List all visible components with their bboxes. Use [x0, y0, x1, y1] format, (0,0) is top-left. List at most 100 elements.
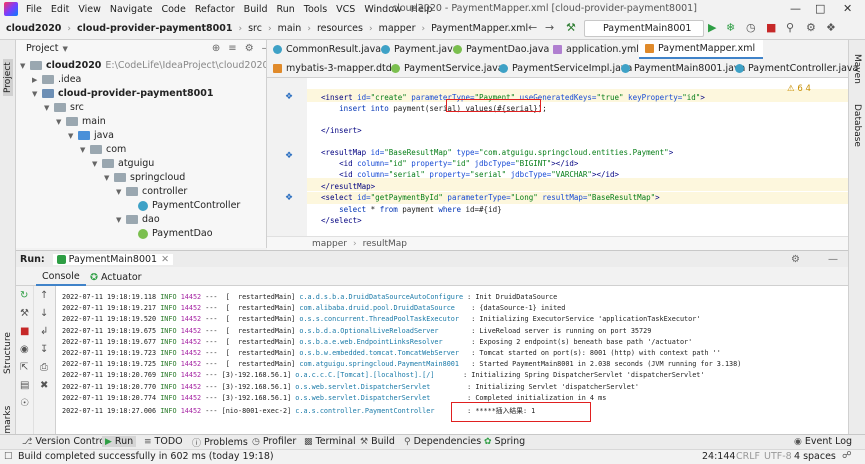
- menu-navigate[interactable]: Navigate: [110, 4, 153, 15]
- tab-application-yml[interactable]: application.yml: [547, 40, 647, 59]
- tab-commonresult[interactable]: CommonResult.java: [267, 40, 389, 59]
- menu-build[interactable]: Build: [244, 4, 268, 15]
- tool-terminal[interactable]: ▩ Terminal: [304, 436, 356, 447]
- rerun-icon[interactable]: ↻: [20, 290, 28, 301]
- menu-refactor[interactable]: Refactor: [195, 4, 235, 15]
- hide-icon[interactable]: —: [828, 254, 838, 265]
- tool-profiler[interactable]: ◷ Profiler: [252, 436, 296, 447]
- breadcrumb-mapper[interactable]: mapper: [312, 239, 347, 249]
- crumb-project[interactable]: cloud2020: [6, 23, 61, 34]
- tool-dependencies[interactable]: ⚲ Dependencies: [404, 436, 481, 447]
- breadcrumb-resultmap[interactable]: resultMap: [363, 239, 407, 249]
- pin-icon[interactable]: ☉: [20, 398, 29, 409]
- forward-icon[interactable]: →: [545, 21, 554, 34]
- file-encoding[interactable]: UTF-8: [764, 451, 792, 462]
- tree-node-module[interactable]: ▼ cloud-provider-payment8001: [32, 88, 213, 99]
- crumb-resources[interactable]: resources: [317, 23, 363, 34]
- tool-run[interactable]: ▶ Run: [102, 436, 137, 447]
- tab-actuator[interactable]: ✪ Actuator: [84, 269, 148, 286]
- database-tool-tab[interactable]: Database: [852, 104, 862, 147]
- chevron-down-icon[interactable]: ▼: [63, 45, 68, 53]
- locate-icon[interactable]: ⊕: [212, 43, 220, 54]
- menu-tools[interactable]: Tools: [304, 4, 327, 15]
- crumb-src[interactable]: src: [248, 23, 262, 34]
- tab-paymentmapper-xml[interactable]: PaymentMapper.xml: [639, 40, 764, 59]
- stop-icon[interactable]: ■: [766, 21, 776, 34]
- build-hammer-icon[interactable]: ⚒: [566, 21, 576, 34]
- gear-icon[interactable]: ⚙: [245, 43, 254, 54]
- tree-node-java[interactable]: ▼ java: [68, 130, 114, 141]
- tool-spring[interactable]: ✿ Spring: [484, 436, 525, 447]
- coverage-icon[interactable]: ◷: [746, 21, 756, 34]
- code-editor[interactable]: ⚠ 6 4 <insert id="create" parameterType=…: [307, 78, 848, 236]
- gear-icon[interactable]: ⚙: [791, 254, 800, 265]
- mapper-gutter-icon[interactable]: ❖: [285, 193, 293, 203]
- tree-node-cloud2020[interactable]: ▼ cloud2020 E:\CodeLife\IdeaProject\cloud…: [20, 60, 266, 71]
- mapper-gutter-icon[interactable]: ❖: [285, 151, 293, 161]
- tool-event-log[interactable]: ◉ Event Log: [794, 436, 852, 447]
- structure-tool-tab[interactable]: Structure: [3, 332, 13, 374]
- tree-node-dao[interactable]: ▼ dao: [116, 214, 160, 225]
- run-config-tab[interactable]: PaymentMain8001 ✕: [52, 253, 174, 265]
- tab-console[interactable]: Console: [36, 269, 86, 286]
- tab-mybatis-dtd[interactable]: mybatis-3-mapper.dtd: [267, 59, 400, 78]
- camera-icon[interactable]: ◉: [20, 344, 29, 355]
- menu-code[interactable]: Code: [161, 4, 185, 15]
- tree-node-src[interactable]: ▼ src: [44, 102, 84, 113]
- tree-node-com[interactable]: ▼ com: [80, 144, 126, 155]
- line-separator[interactable]: CRLF: [736, 451, 760, 462]
- mapper-gutter-icon[interactable]: ❖: [285, 92, 293, 102]
- menu-view[interactable]: View: [78, 4, 101, 15]
- lock-icon[interactable]: ☍: [842, 450, 852, 461]
- tree-node-idea[interactable]: ▶ .idea: [32, 74, 81, 85]
- collapse-all-icon[interactable]: ≡: [228, 43, 236, 54]
- crumb-mapper[interactable]: mapper: [379, 23, 416, 34]
- arrow-up-icon[interactable]: ↑: [40, 290, 48, 301]
- menu-file[interactable]: File: [26, 4, 42, 15]
- back-icon[interactable]: ←: [528, 21, 537, 34]
- run-icon[interactable]: ▶: [708, 21, 716, 34]
- exit-icon[interactable]: ⇱: [20, 362, 28, 373]
- crumb-file[interactable]: PaymentMapper.xml: [431, 23, 528, 34]
- run-configuration-select[interactable]: PaymentMain8001: [584, 20, 704, 37]
- tree-node-main[interactable]: ▼ main: [56, 116, 106, 127]
- tree-node-springcloud[interactable]: ▼ springcloud: [104, 172, 185, 183]
- tree-node-atguigu[interactable]: ▼ atguigu: [92, 158, 154, 169]
- tree-node-paymentcontroller[interactable]: PaymentController: [138, 200, 240, 211]
- menu-run[interactable]: Run: [277, 4, 295, 15]
- tree-node-paymentdao[interactable]: PaymentDao: [138, 228, 213, 239]
- maximize-icon[interactable]: □: [815, 2, 825, 15]
- plugins-icon[interactable]: ❖: [826, 21, 836, 34]
- soft-wrap-icon[interactable]: ↲: [40, 326, 48, 337]
- scroll-to-end-icon[interactable]: ↧: [40, 344, 48, 355]
- tool-problems[interactable]: ⓘ Problems: [192, 436, 248, 449]
- minimize-icon[interactable]: —: [790, 2, 801, 15]
- caret-position[interactable]: 24:144: [702, 451, 735, 462]
- menu-vcs[interactable]: VCS: [336, 4, 355, 15]
- debug-icon[interactable]: ❄: [726, 21, 735, 34]
- arrow-down-icon[interactable]: ↓: [40, 308, 48, 319]
- trash-icon[interactable]: ✖: [40, 380, 48, 391]
- search-icon[interactable]: ⚲: [786, 21, 794, 34]
- tab-paymentdao[interactable]: PaymentDao.java: [447, 40, 557, 59]
- close-icon[interactable]: ✕: [843, 2, 852, 15]
- crumb-main[interactable]: main: [278, 23, 302, 34]
- inspection-widget[interactable]: ⚠ 6 4: [787, 84, 811, 94]
- crumb-module[interactable]: cloud-provider-payment8001: [77, 23, 232, 34]
- wrench-icon[interactable]: ⚒: [20, 308, 29, 319]
- settings-icon[interactable]: ⚙: [806, 21, 816, 34]
- project-pane-title[interactable]: Project: [26, 43, 59, 54]
- project-tool-tab[interactable]: Project: [3, 59, 13, 96]
- status-message[interactable]: Build completed successfully in 602 ms (…: [18, 451, 274, 462]
- tool-todo[interactable]: ≡ TODO: [144, 436, 183, 447]
- tab-paymentcontroller[interactable]: PaymentController.java: [729, 59, 865, 78]
- stop-icon[interactable]: ■: [20, 326, 29, 337]
- layout-icon[interactable]: ▤: [20, 380, 29, 391]
- close-icon[interactable]: ✕: [161, 254, 169, 265]
- menu-edit[interactable]: Edit: [51, 4, 69, 15]
- tool-version-control[interactable]: ⎇ Version Control: [22, 436, 108, 447]
- tool-build[interactable]: ⚒ Build: [360, 436, 395, 447]
- indent-setting[interactable]: 4 spaces: [794, 451, 836, 462]
- tree-node-controller[interactable]: ▼ controller: [116, 186, 187, 197]
- print-icon[interactable]: ⎙: [40, 362, 48, 373]
